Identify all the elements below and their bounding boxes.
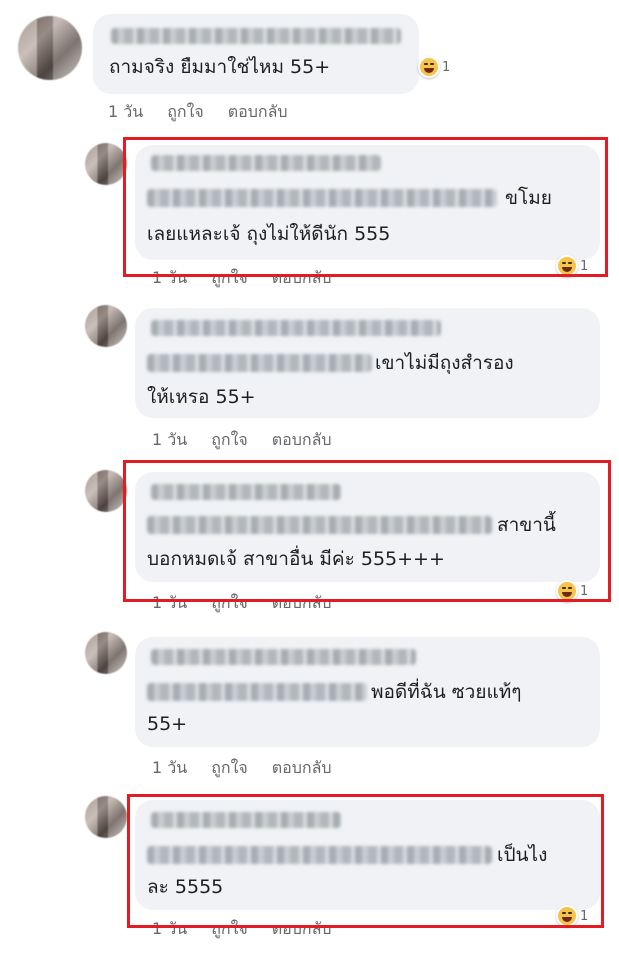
reply-time: 1 วัน: [152, 593, 188, 612]
mention-blurred[interactable]: [147, 683, 367, 701]
reply-time: 1 วัน: [152, 758, 188, 777]
reaction-badge[interactable]: 1: [556, 255, 588, 277]
avatar[interactable]: [85, 796, 127, 838]
reply-time: 1 วัน: [152, 430, 188, 449]
like-button[interactable]: ถูกใจ: [211, 428, 248, 453]
mention-blurred[interactable]: [147, 354, 372, 372]
avatar[interactable]: [18, 16, 82, 80]
avatar[interactable]: [85, 143, 127, 185]
reply-text-line2: เลยแหละเจ้ ถุงไม่ให้ดีนัก 555: [147, 223, 391, 245]
reply-time: 1 วัน: [152, 919, 188, 938]
reply-text-line1: ขโมย: [505, 187, 552, 209]
reply-actions: 1 วัน ถูกใจ ตอบกลับ: [152, 591, 332, 616]
reaction-badge[interactable]: 1: [556, 580, 588, 602]
like-button[interactable]: ถูกใจ: [167, 100, 204, 125]
avatar[interactable]: [85, 305, 127, 347]
replier-name-blurred[interactable]: [151, 320, 441, 336]
reply-text-line2: บอกหมดเจ้ สาขาอื่น มีค่ะ 555+++: [147, 548, 445, 570]
reply-button[interactable]: ตอบกลับ: [272, 917, 332, 942]
reply-button[interactable]: ตอบกลับ: [272, 266, 332, 291]
reaction-badge[interactable]: 1: [556, 905, 588, 927]
comment-actions: 1 วัน ถูกใจ ตอบกลับ: [108, 100, 288, 125]
haha-reaction-icon: [556, 255, 578, 277]
mention-blurred[interactable]: [147, 846, 492, 864]
reaction-count: 1: [580, 258, 589, 274]
commenter-name-blurred[interactable]: [111, 28, 401, 44]
reply-button[interactable]: ตอบกลับ: [272, 428, 332, 453]
like-button[interactable]: ถูกใจ: [211, 756, 248, 781]
reply-bubble: พอดีที่ฉัน ซวยแท้ๆ 55+: [135, 637, 600, 747]
comment-text: ถามจริง ยืมมาใช่ไหม 55+: [109, 56, 331, 78]
reaction-count: 1: [580, 908, 589, 924]
reply-text-line1: เป็นไง: [497, 844, 548, 866]
like-button[interactable]: ถูกใจ: [211, 266, 248, 291]
reply-bubble: ขโมย เลยแหละเจ้ ถุงไม่ให้ดีนัก 555: [135, 145, 600, 260]
haha-reaction-icon: [556, 905, 578, 927]
reply-text-line1: พอดีที่ฉัน ซวยแท้ๆ: [371, 681, 522, 703]
like-button[interactable]: ถูกใจ: [211, 917, 248, 942]
comment-bubble: ถามจริง ยืมมาใช่ไหม 55+: [93, 14, 419, 94]
reply-text-line2: 55+: [147, 713, 188, 735]
reply-button[interactable]: ตอบกลับ: [228, 100, 288, 125]
reply-button[interactable]: ตอบกลับ: [272, 756, 332, 781]
reply-text-line2: ให้เหรอ 55+: [147, 386, 256, 408]
mention-blurred[interactable]: [147, 516, 492, 534]
reply-text-line1: สาขานี้: [497, 514, 556, 536]
reply-actions: 1 วัน ถูกใจ ตอบกลับ: [152, 756, 332, 781]
reaction-badge[interactable]: 1: [418, 56, 450, 78]
avatar[interactable]: [85, 632, 127, 674]
replier-name-blurred[interactable]: [151, 649, 416, 665]
reply-bubble: เขาไม่มีถุงสำรอง ให้เหรอ 55+: [135, 308, 600, 418]
reaction-count: 1: [442, 59, 451, 75]
replier-name-blurred[interactable]: [151, 484, 341, 500]
replier-name-blurred[interactable]: [151, 812, 341, 828]
reply-bubble: สาขานี้ บอกหมดเจ้ สาขาอื่น มีค่ะ 555+++: [135, 472, 600, 582]
like-button[interactable]: ถูกใจ: [211, 591, 248, 616]
haha-reaction-icon: [418, 56, 440, 78]
reply-text-line1: เขาไม่มีถุงสำรอง: [375, 352, 514, 374]
mention-blurred[interactable]: [147, 189, 497, 207]
comment-time: 1 วัน: [108, 102, 144, 121]
reply-actions: 1 วัน ถูกใจ ตอบกลับ: [152, 917, 332, 942]
reply-button[interactable]: ตอบกลับ: [272, 591, 332, 616]
reply-actions: 1 วัน ถูกใจ ตอบกลับ: [152, 266, 332, 291]
reaction-count: 1: [580, 583, 589, 599]
replier-name-blurred[interactable]: [151, 155, 381, 171]
reply-text-line2: ละ 5555: [147, 876, 224, 898]
reply-actions: 1 วัน ถูกใจ ตอบกลับ: [152, 428, 332, 453]
reply-time: 1 วัน: [152, 268, 188, 287]
avatar[interactable]: [85, 470, 127, 512]
reply-bubble: เป็นไง ละ 5555: [135, 800, 600, 910]
haha-reaction-icon: [556, 580, 578, 602]
